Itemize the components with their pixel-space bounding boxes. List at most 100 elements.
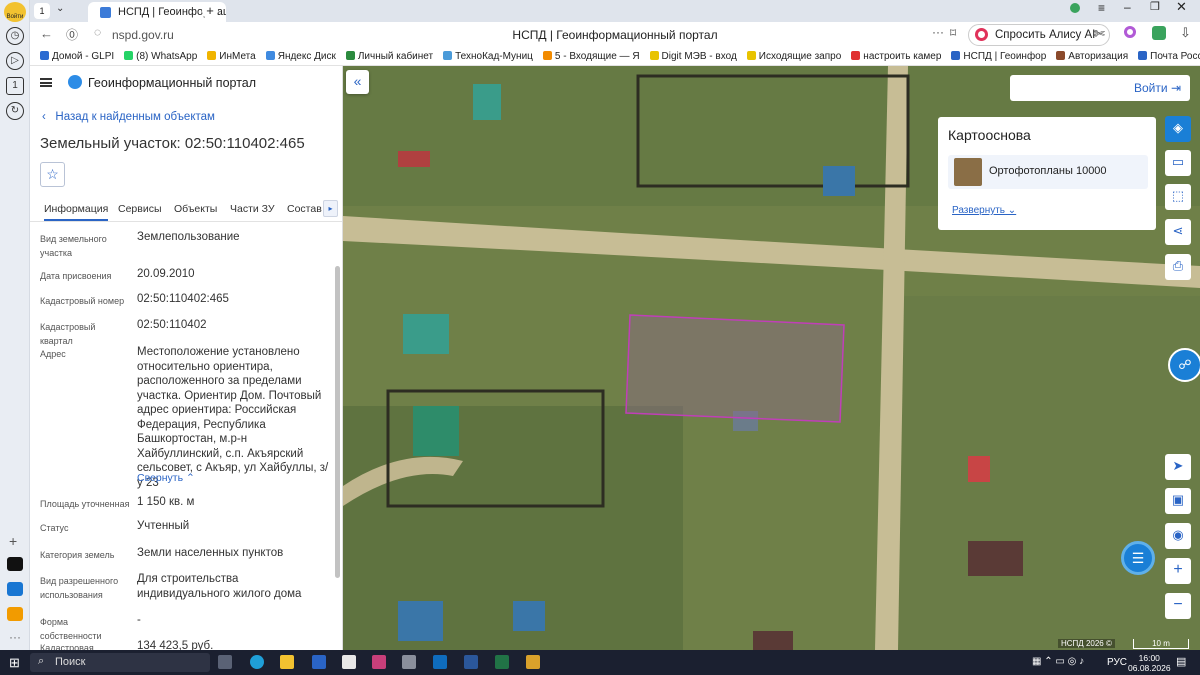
alice-button[interactable]: Спросить Алису AI bbox=[968, 24, 1110, 46]
refresh-icon[interactable]: ↻ bbox=[6, 102, 24, 120]
more-icon[interactable]: ··· bbox=[9, 630, 21, 644]
nspd-logo-icon bbox=[68, 75, 82, 89]
calculator-icon[interactable] bbox=[402, 655, 416, 669]
profile-avatar[interactable]: Войти bbox=[4, 2, 26, 22]
play-icon[interactable]: ▷ bbox=[6, 52, 24, 70]
bookmark-item[interactable]: (8) WhatsApp bbox=[124, 48, 197, 65]
tools-icon[interactable]: ✄ bbox=[1094, 26, 1105, 42]
geolocation-icon[interactable]: ➤ bbox=[1165, 454, 1191, 480]
zoom-in-button[interactable]: + bbox=[1165, 558, 1191, 584]
new-tab-icon[interactable]: + bbox=[202, 3, 218, 19]
back-to-results-link[interactable]: ‹ Назад к найденным объектам bbox=[42, 111, 215, 123]
bookmark-favicon-icon bbox=[207, 51, 217, 60]
bookmark-item[interactable]: Личный кабинет bbox=[345, 48, 433, 65]
close-window-icon[interactable]: ✕ bbox=[1176, 0, 1187, 15]
menu-icon[interactable]: ≡ bbox=[1098, 1, 1105, 15]
restore-icon[interactable]: ❐ bbox=[1150, 0, 1160, 13]
one-icon[interactable]: 1 bbox=[6, 77, 24, 95]
bookmark-item[interactable]: Почта России - М bbox=[1138, 48, 1200, 65]
bookmark-item[interactable]: Digit МЭВ - вход bbox=[649, 48, 737, 65]
clock[interactable]: 16:00 06.08.2026 bbox=[1128, 653, 1171, 673]
extension-icon[interactable] bbox=[1070, 3, 1080, 13]
bookmark-item[interactable]: Яндекс Диск bbox=[265, 48, 336, 65]
bookmark-favicon-icon bbox=[851, 51, 861, 60]
word-icon[interactable] bbox=[464, 655, 478, 669]
explorer-icon[interactable] bbox=[280, 655, 294, 669]
select-area-icon[interactable]: ⬚ bbox=[1165, 184, 1191, 210]
history-icon[interactable]: ◷ bbox=[6, 27, 24, 45]
panel-tabs: Информация Сервисы Объекты Части ЗУ Сост… bbox=[30, 196, 342, 222]
burger-menu-icon[interactable] bbox=[40, 78, 52, 87]
download-icon[interactable]: ⇩ bbox=[1180, 25, 1191, 41]
bookmark-item[interactable]: НСПД | Геоинфор bbox=[951, 48, 1046, 65]
collapse-panel-button[interactable]: « bbox=[346, 70, 369, 94]
bookmark-item[interactable]: Исходящие запро bbox=[746, 48, 841, 65]
back-link-label: Назад к найденным объектам bbox=[55, 111, 215, 123]
bookmark-item[interactable]: ИнМета bbox=[207, 48, 256, 65]
tab-objects[interactable]: Объекты bbox=[174, 203, 217, 215]
app-icon[interactable] bbox=[7, 557, 23, 571]
prop-value: 02:50:110402:465 bbox=[137, 293, 229, 305]
tray-icons[interactable]: ▦ ⌃ ▭ ◎ ♪ bbox=[1032, 656, 1084, 667]
minimize-icon[interactable]: – bbox=[1124, 0, 1131, 14]
extension-icon[interactable] bbox=[1124, 26, 1136, 38]
folder-app-icon[interactable] bbox=[526, 655, 540, 669]
tab-services[interactable]: Сервисы bbox=[118, 203, 162, 215]
prop-value: Землепользование bbox=[137, 231, 240, 243]
windows-start-icon[interactable]: ⊞ bbox=[9, 655, 20, 671]
basemap-card: Картооснова Ортофотопланы 10000 Разверну… bbox=[938, 117, 1156, 230]
tab-parts[interactable]: Части ЗУ bbox=[230, 203, 275, 215]
notifications-icon[interactable]: ▤ bbox=[1176, 655, 1186, 668]
prop-label: Вид земельного участка bbox=[40, 234, 107, 258]
basemap-option[interactable]: Ортофотопланы 10000 bbox=[948, 155, 1148, 189]
location-pin-icon[interactable]: ◉ bbox=[1165, 523, 1191, 549]
task-view-icon[interactable] bbox=[218, 655, 232, 669]
expand-label: Развернуть bbox=[952, 205, 1006, 216]
bookmark-favicon-icon bbox=[124, 51, 134, 60]
prop-value: 20.09.2010 bbox=[137, 268, 195, 280]
bookmark-item[interactable]: настроить камер bbox=[851, 48, 941, 65]
prop-label: Дата присвоения bbox=[40, 271, 112, 281]
prop-label: Кадастровый квартал bbox=[40, 322, 96, 346]
bookmark-label: Digit МЭВ - вход bbox=[661, 51, 737, 62]
bookmark-item[interactable]: Авторизация bbox=[1056, 48, 1128, 65]
app-icon[interactable] bbox=[312, 655, 326, 669]
tab-counter[interactable]: 1 bbox=[34, 3, 50, 19]
collapse-link[interactable]: Свернуть ⌃ bbox=[137, 472, 195, 484]
bookmark-icon[interactable]: ⌑ bbox=[950, 26, 956, 40]
chat-assistant-icon[interactable]: ☰ bbox=[1121, 541, 1155, 575]
tabs-scroll-right-icon[interactable]: ▸ bbox=[323, 200, 338, 217]
more-icon[interactable]: ··· bbox=[932, 25, 944, 39]
layers-icon[interactable]: ◈ bbox=[1165, 116, 1191, 142]
downloads-icon[interactable] bbox=[1152, 26, 1166, 40]
excel-icon[interactable] bbox=[495, 655, 509, 669]
print-icon[interactable]: ⎙ bbox=[1165, 254, 1191, 280]
favorite-star-button[interactable]: ☆ bbox=[40, 162, 65, 187]
calendar-icon[interactable] bbox=[372, 655, 386, 669]
tab-composition[interactable]: Состав bbox=[287, 203, 322, 215]
bookmark-item[interactable]: 5 - Входящие — Я bbox=[542, 48, 640, 65]
minimap-icon[interactable]: ▣ bbox=[1165, 488, 1191, 514]
mail-app-icon[interactable] bbox=[7, 582, 23, 596]
tab-info[interactable]: Информация bbox=[44, 203, 109, 221]
input-language[interactable]: РУС bbox=[1107, 657, 1127, 668]
bookmark-item[interactable]: Домой - GLPI bbox=[40, 48, 114, 65]
panel-scrollbar[interactable] bbox=[334, 230, 340, 650]
outlook-icon[interactable] bbox=[433, 655, 447, 669]
map-view[interactable]: « Войти ⇥ Картооснова Ортофотопланы 1000… bbox=[343, 66, 1200, 650]
ruler-icon[interactable]: ▭ bbox=[1165, 150, 1191, 176]
help-chat-icon[interactable]: ☍ bbox=[1168, 348, 1200, 382]
taskbar-search[interactable]: ⌕ Поиск bbox=[30, 653, 210, 672]
yandex-browser-icon[interactable] bbox=[342, 655, 356, 669]
browser-sidebar: Войти ◷ ▷ 1 ↻ + ··· bbox=[0, 0, 30, 650]
cloud-app-icon[interactable] bbox=[7, 607, 23, 621]
scrollbar-thumb[interactable] bbox=[335, 266, 340, 578]
zoom-out-button[interactable]: − bbox=[1165, 593, 1191, 619]
edge-icon[interactable] bbox=[250, 655, 264, 669]
tab-list-icon[interactable]: ⌄ bbox=[56, 3, 64, 14]
login-button[interactable]: Войти ⇥ bbox=[1010, 75, 1190, 101]
share-icon[interactable]: ⋖ bbox=[1165, 219, 1191, 245]
add-icon[interactable]: + bbox=[9, 533, 17, 549]
bookmark-item[interactable]: ТехноКад-Муниц bbox=[443, 48, 533, 65]
expand-link[interactable]: Развернуть ⌄ bbox=[952, 205, 1016, 216]
